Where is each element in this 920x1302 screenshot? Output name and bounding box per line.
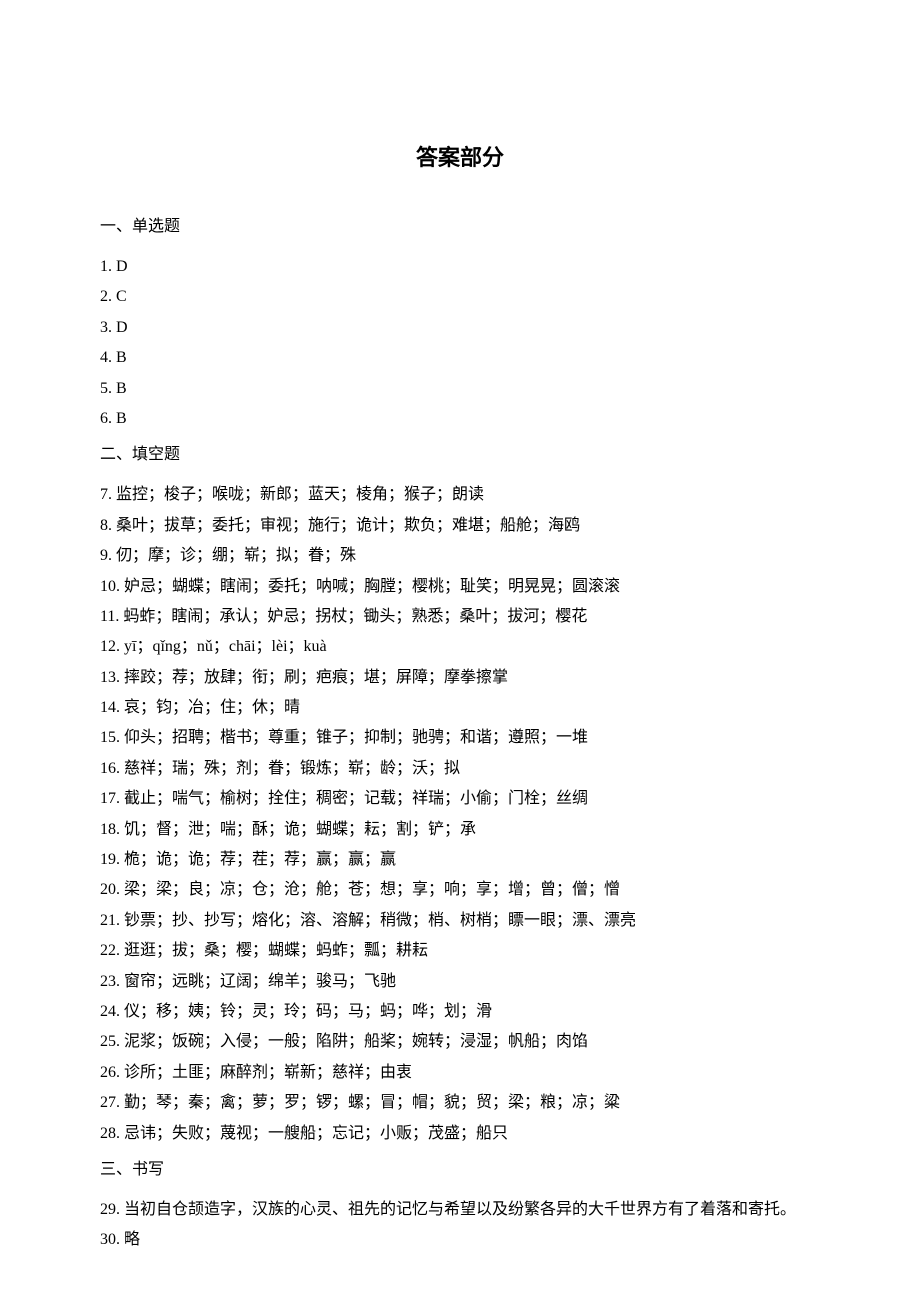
answer-number: 15. xyxy=(100,729,120,746)
answer-number: 16. xyxy=(100,760,120,777)
answers-content: 一、单选题1. D2. C3. D4. B5. B6. B二、填空题7. 监控；… xyxy=(100,212,820,1256)
answer-text: 诊所；土匪；麻醉剂；崭新；慈祥；由衷 xyxy=(120,1064,412,1081)
answer-text: B xyxy=(112,380,127,397)
page-title: 答案部分 xyxy=(100,140,820,172)
answer-line: 30. 略 xyxy=(100,1225,820,1255)
answer-number: 4. xyxy=(100,349,112,366)
answer-number: 17. xyxy=(100,790,120,807)
answer-text: 仰头；招聘；楷书；尊重；锥子；抑制；驰骋；和谐；遵照；一堆 xyxy=(120,729,588,746)
answer-text: 桅；诡；诡；荐；茬；荐；赢；赢；赢 xyxy=(120,851,396,868)
answer-number: 10. xyxy=(100,578,120,595)
answer-number: 12. xyxy=(100,638,120,655)
answer-number: 1. xyxy=(100,258,112,275)
answer-line: 11. 蚂蚱；瞎闹；承认；妒忌；拐杖；锄头；熟悉；桑叶；拔河；樱花 xyxy=(100,602,820,632)
answer-line: 20. 梁；梁；良；凉；仓；沧；舱；苍；想；享；响；享；增；曾；僧；憎 xyxy=(100,875,820,905)
answer-line: 13. 摔跤；荐；放肆；衔；刷；疤痕；堪；屏障；摩拳擦掌 xyxy=(100,663,820,693)
section-heading: 二、填空题 xyxy=(100,440,820,464)
answer-text: 慈祥；瑞；殊；剂；眷；锻炼；崭；龄；沃；拟 xyxy=(120,760,460,777)
answer-line: 22. 逛逛；拔；桑；樱；蝴蝶；蚂蚱；瓢；耕耘 xyxy=(100,936,820,966)
answer-number: 7. xyxy=(100,486,112,503)
answer-text: 忌讳；失败；蔑视；一艘船；忘记；小贩；茂盛；船只 xyxy=(120,1125,508,1142)
answer-number: 18. xyxy=(100,821,120,838)
answer-text: 桑叶；拔草；委托；审视；施行；诡计；欺负；难堪；船舱；海鸥 xyxy=(112,517,580,534)
answer-line: 29. 当初自仓颉造字，汉族的心灵、祖先的记忆与希望以及纷繁各异的大千世界方有了… xyxy=(100,1195,820,1225)
answer-text: B xyxy=(112,410,127,427)
answer-number: 27. xyxy=(100,1094,120,1111)
answer-text: 摔跤；荐；放肆；衔；刷；疤痕；堪；屏障；摩拳擦掌 xyxy=(120,669,508,686)
answer-text: 钞票；抄、抄写；熔化；溶、溶解；稍微；梢、树梢；瞟一眼；漂、漂亮 xyxy=(120,912,636,929)
answer-text: 仞；摩；诊；绷；崭；拟；眷；殊 xyxy=(112,547,356,564)
answer-text: C xyxy=(112,288,127,305)
answer-number: 8. xyxy=(100,517,112,534)
answer-line: 2. C xyxy=(100,282,820,312)
answer-number: 3. xyxy=(100,319,112,336)
answer-line: 1. D xyxy=(100,252,820,282)
answer-number: 19. xyxy=(100,851,120,868)
answer-line: 23. 窗帘；远眺；辽阔；绵羊；骏马；飞驰 xyxy=(100,967,820,997)
answer-line: 24. 仪；移；姨；铃；灵；玲；码；马；蚂；哗；划；滑 xyxy=(100,997,820,1027)
answer-text: 饥；督；泄；喘；酥；诡；蝴蝶；耘；割；铲；承 xyxy=(120,821,476,838)
answer-text: 梁；梁；良；凉；仓；沧；舱；苍；想；享；响；享；增；曾；僧；憎 xyxy=(120,881,620,898)
answer-text: 监控；梭子；喉咙；新郎；蓝天；棱角；猴子；朗读 xyxy=(112,486,484,503)
answer-number: 13. xyxy=(100,669,120,686)
answer-line: 17. 截止；喘气；榆树；拴住；稠密；记载；祥瑞；小偷；门栓；丝绸 xyxy=(100,784,820,814)
answer-line: 18. 饥；督；泄；喘；酥；诡；蝴蝶；耘；割；铲；承 xyxy=(100,815,820,845)
answer-text: 蚂蚱；瞎闹；承认；妒忌；拐杖；锄头；熟悉；桑叶；拔河；樱花 xyxy=(119,608,587,625)
answer-line: 12. yī；qǐng；nǔ；chāi；lèi；kuà xyxy=(100,632,820,662)
section-heading: 三、书写 xyxy=(100,1155,820,1179)
answer-line: 7. 监控；梭子；喉咙；新郎；蓝天；棱角；猴子；朗读 xyxy=(100,480,820,510)
answer-number: 30. xyxy=(100,1231,120,1248)
answer-number: 26. xyxy=(100,1064,120,1081)
answer-text: 哀；钧；冶；住；休；晴 xyxy=(120,699,300,716)
answer-line: 28. 忌讳；失败；蔑视；一艘船；忘记；小贩；茂盛；船只 xyxy=(100,1119,820,1149)
answer-text: 截止；喘气；榆树；拴住；稠密；记载；祥瑞；小偷；门栓；丝绸 xyxy=(120,790,588,807)
answer-number: 11. xyxy=(100,608,119,625)
answer-text: 窗帘；远眺；辽阔；绵羊；骏马；飞驰 xyxy=(120,973,396,990)
answer-number: 2. xyxy=(100,288,112,305)
answer-line: 26. 诊所；土匪；麻醉剂；崭新；慈祥；由衷 xyxy=(100,1058,820,1088)
answer-number: 21. xyxy=(100,912,120,929)
answer-text: 勤；琴；秦；禽；萝；罗；锣；螺；冒；帽；貌；贸；梁；粮；凉；粱 xyxy=(120,1094,620,1111)
answer-line: 5. B xyxy=(100,374,820,404)
answer-text: 逛逛；拔；桑；樱；蝴蝶；蚂蚱；瓢；耕耘 xyxy=(120,942,428,959)
answer-line: 19. 桅；诡；诡；荐；茬；荐；赢；赢；赢 xyxy=(100,845,820,875)
answer-number: 5. xyxy=(100,380,112,397)
answer-line: 4. B xyxy=(100,343,820,373)
answer-number: 23. xyxy=(100,973,120,990)
answer-number: 28. xyxy=(100,1125,120,1142)
answer-line: 25. 泥浆；饭碗；入侵；一般；陷阱；船桨；婉转；浸湿；帆船；肉馅 xyxy=(100,1027,820,1057)
answer-text: 仪；移；姨；铃；灵；玲；码；马；蚂；哗；划；滑 xyxy=(120,1003,492,1020)
answer-line: 6. B xyxy=(100,404,820,434)
answer-number: 25. xyxy=(100,1033,120,1050)
answer-text: 略 xyxy=(120,1231,140,1248)
answer-line: 3. D xyxy=(100,313,820,343)
answer-number: 24. xyxy=(100,1003,120,1020)
answer-line: 21. 钞票；抄、抄写；熔化；溶、溶解；稍微；梢、树梢；瞟一眼；漂、漂亮 xyxy=(100,906,820,936)
answer-text: 当初自仓颉造字，汉族的心灵、祖先的记忆与希望以及纷繁各异的大千世界方有了着落和寄… xyxy=(120,1201,796,1218)
answer-text: 妒忌；蝴蝶；瞎闹；委托；呐喊；胸膛；樱桃；耻笑；明晃晃；圆滚滚 xyxy=(120,578,620,595)
answer-number: 22. xyxy=(100,942,120,959)
answer-line: 16. 慈祥；瑞；殊；剂；眷；锻炼；崭；龄；沃；拟 xyxy=(100,754,820,784)
answer-line: 14. 哀；钧；冶；住；休；晴 xyxy=(100,693,820,723)
section-heading: 一、单选题 xyxy=(100,212,820,236)
answer-number: 9. xyxy=(100,547,112,564)
answer-number: 20. xyxy=(100,881,120,898)
answer-text: B xyxy=(112,349,127,366)
answer-number: 6. xyxy=(100,410,112,427)
answer-number: 29. xyxy=(100,1201,120,1218)
answer-text: yī；qǐng；nǔ；chāi；lèi；kuà xyxy=(120,638,327,655)
answer-text: D xyxy=(112,319,128,336)
answer-line: 15. 仰头；招聘；楷书；尊重；锥子；抑制；驰骋；和谐；遵照；一堆 xyxy=(100,723,820,753)
answer-line: 9. 仞；摩；诊；绷；崭；拟；眷；殊 xyxy=(100,541,820,571)
answer-text: D xyxy=(112,258,128,275)
answer-line: 8. 桑叶；拔草；委托；审视；施行；诡计；欺负；难堪；船舱；海鸥 xyxy=(100,511,820,541)
answer-number: 14. xyxy=(100,699,120,716)
answer-text: 泥浆；饭碗；入侵；一般；陷阱；船桨；婉转；浸湿；帆船；肉馅 xyxy=(120,1033,588,1050)
answer-line: 10. 妒忌；蝴蝶；瞎闹；委托；呐喊；胸膛；樱桃；耻笑；明晃晃；圆滚滚 xyxy=(100,572,820,602)
answer-line: 27. 勤；琴；秦；禽；萝；罗；锣；螺；冒；帽；貌；贸；梁；粮；凉；粱 xyxy=(100,1088,820,1118)
